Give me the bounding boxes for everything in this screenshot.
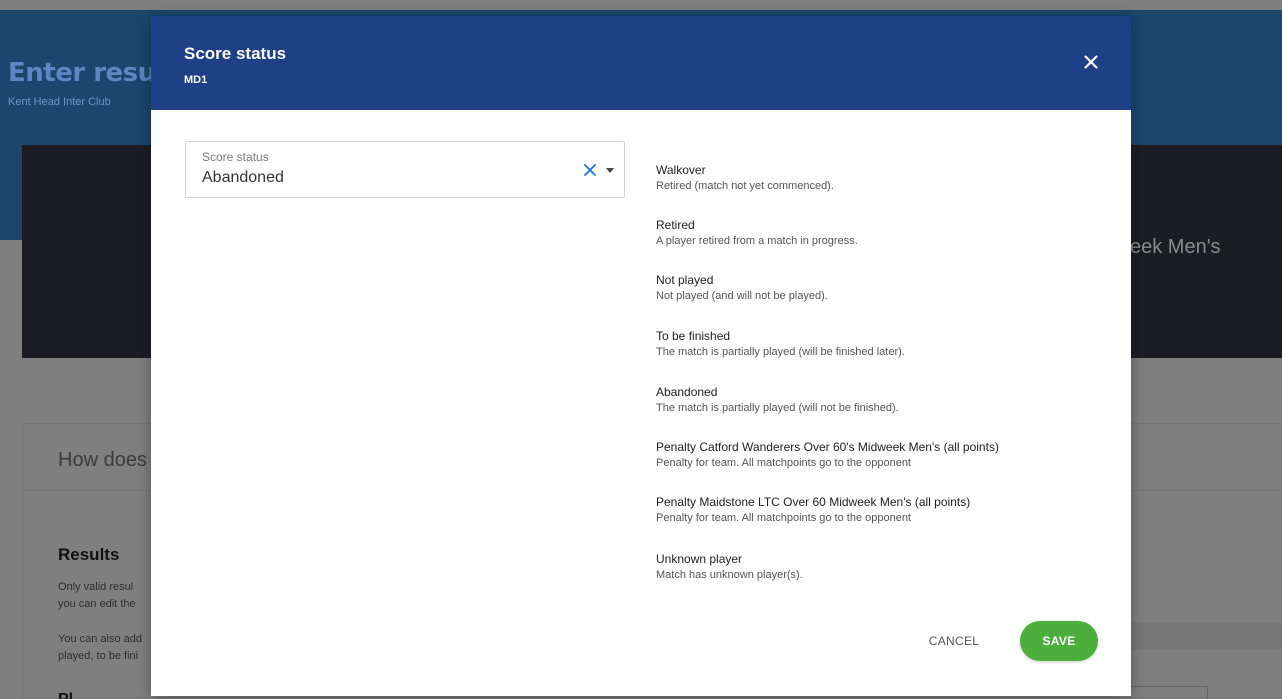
status-item: Retired A player retired from a match in… <box>656 217 858 249</box>
background-results-text: played, to be fini <box>58 650 139 662</box>
background-results-heading: Results <box>58 545 120 564</box>
status-description: A player retired from a match in progres… <box>656 235 858 247</box>
status-name: Abandoned <box>656 385 718 399</box>
dialog-title: Score status <box>184 44 287 63</box>
score-status-select[interactable]: Score status Abandoned <box>185 141 625 198</box>
background-banner-text: eek Men's <box>1130 236 1221 258</box>
background-page-subtitle: Kent Head Inter Club <box>8 96 111 108</box>
background-results-text: you can edit the <box>58 598 136 610</box>
close-icon <box>1084 55 1098 69</box>
status-name: Retired <box>656 218 695 232</box>
status-description: Penalty for team. All matchpoints go to … <box>656 457 911 469</box>
status-item: Penalty Catford Wanderers Over 60's Midw… <box>656 439 999 471</box>
clear-x-icon <box>584 164 596 176</box>
close-button[interactable] <box>1077 48 1105 76</box>
clear-selection-button[interactable] <box>582 162 598 178</box>
background-strip <box>1130 622 1282 650</box>
status-description: Penalty for team. All matchpoints go to … <box>656 512 911 524</box>
status-name: Penalty Catford Wanderers Over 60's Midw… <box>656 440 999 454</box>
status-description: Match has unknown player(s). <box>656 569 803 581</box>
status-name: Not played <box>656 273 714 287</box>
caret-down-icon[interactable] <box>606 168 614 173</box>
background-page-title: Enter resul <box>8 58 165 88</box>
save-button[interactable]: SAVE <box>1020 621 1098 661</box>
status-item: Walkover Retired (match not yet commence… <box>656 162 834 194</box>
dialog-header: Score status MD1 <box>151 16 1131 110</box>
background-results-text: You can also add <box>58 633 142 645</box>
background-how-heading: How does <box>58 449 147 471</box>
status-description: Not played (and will not be played). <box>656 290 828 302</box>
status-item: To be finished The match is partially pl… <box>656 328 905 360</box>
status-name: Walkover <box>656 163 706 177</box>
status-description: The match is partially played (will not … <box>656 402 899 414</box>
background-input-box <box>1130 686 1208 699</box>
status-item: Unknown player Match has unknown player(… <box>656 551 803 583</box>
score-status-dialog: Score status MD1 Score status Abandoned … <box>151 16 1131 696</box>
status-item: Abandoned The match is partially played … <box>656 384 899 416</box>
cancel-button[interactable]: CANCEL <box>909 626 999 656</box>
score-status-value: Abandoned <box>202 169 284 186</box>
status-description: Retired (match not yet commenced). <box>656 180 834 192</box>
status-name: Unknown player <box>656 552 743 566</box>
background-p-heading: Pl <box>58 691 73 699</box>
dialog-subtitle: MD1 <box>184 74 208 86</box>
score-status-label: Score status <box>202 150 269 164</box>
background-results-text: Only valid resul <box>58 581 134 593</box>
status-item: Penalty Maidstone LTC Over 60 Midweek Me… <box>656 494 970 526</box>
status-item: Not played Not played (and will not be p… <box>656 272 828 304</box>
status-name: Penalty Maidstone LTC Over 60 Midweek Me… <box>656 495 971 509</box>
status-name: To be finished <box>656 329 731 343</box>
status-description: The match is partially played (will be f… <box>656 346 905 358</box>
